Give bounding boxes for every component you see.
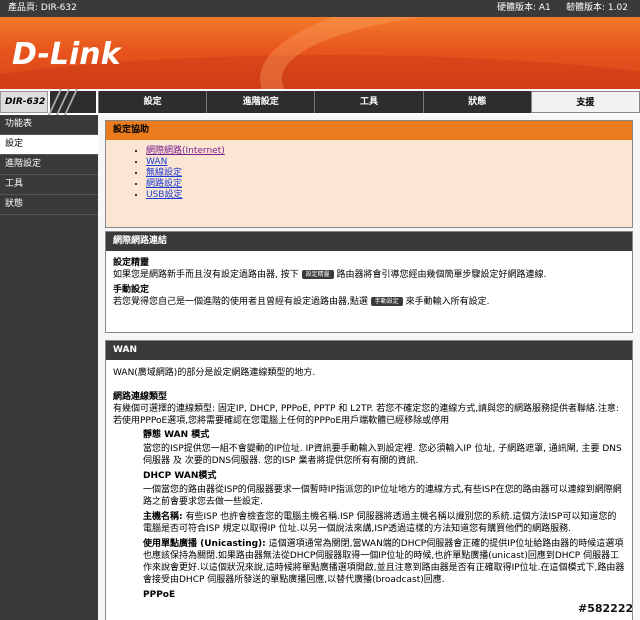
firmware-version: 韌體版本: 1.02: [566, 3, 628, 13]
model-badge: DIR-632: [0, 91, 48, 113]
sidebar-item-setup[interactable]: 設定: [0, 135, 98, 155]
internet-box-title: 網際網路連結: [106, 232, 632, 251]
main-content: 設定協助 網際網路(Internet) WAN 無線設定 網路設定 USB設定 …: [98, 115, 640, 620]
tab-setup[interactable]: 設定: [98, 91, 207, 113]
manual-button[interactable]: 手動設定: [370, 297, 403, 306]
wizard-title: 設定精靈: [113, 258, 150, 268]
hostname-text: 有些ISP 也許會檢查您的電腦主機名稱.ISP 伺服器將透過主機名稱以識別您的系…: [143, 512, 617, 534]
wan-intro: WAN(廣域網路)的部分是設定網路連線類型的地方.: [113, 368, 316, 378]
static-title: 靜態 WAN 模式: [143, 430, 210, 440]
wan-box: WAN WAN(廣域網路)的部分是設定網路連線類型的地方. 網路連線類型 有幾個…: [105, 340, 633, 620]
sidebar-item-status[interactable]: 狀態: [0, 195, 98, 215]
help-box: 設定協助 網際網路(Internet) WAN 無線設定 網路設定 USB設定: [105, 120, 633, 228]
connection-type-title: 網路連線類型: [113, 392, 168, 402]
link-internet[interactable]: 網際網路(Internet): [146, 146, 225, 156]
manual-title: 手動設定: [113, 285, 150, 295]
wizard-text-b: 路由器將會引導您經由幾個簡單步驟設定好網路連線.: [336, 270, 547, 280]
static-text: 當您的ISP提供您一組不會變動的IP位址. IP資訊要手動輸入到設定裡. 您必須…: [143, 444, 622, 466]
dhcp-text: 一個當您的路由器從ISP的伺服器要求一個暫時IP指派您的IP位址地方的連線方式,…: [143, 485, 622, 507]
sidebar-item-menu[interactable]: 功能表: [0, 115, 98, 135]
tab-tools[interactable]: 工具: [314, 91, 423, 113]
sidebar-item-tools[interactable]: 工具: [0, 175, 98, 195]
hardware-version: 硬體版本: A1: [497, 3, 551, 13]
link-wan[interactable]: WAN: [146, 157, 167, 167]
internet-connection-box: 網際網路連結 設定精靈 如果您是網路新手而且沒有設定過路由器, 按下 設定精靈 …: [105, 231, 633, 333]
watermark: #582222: [578, 602, 634, 615]
sidebar-menu: 功能表 設定 進階設定 工具 狀態: [0, 115, 98, 620]
product-page-label: 產品頁: DIR-632: [8, 3, 77, 13]
header-banner: D-Link: [0, 17, 640, 89]
dlink-logo: D-Link: [12, 37, 121, 72]
dhcp-title: DHCP WAN模式: [143, 471, 217, 481]
hostname-label: 主機名稱:: [143, 512, 183, 522]
pppoe-title: PPPoE: [143, 590, 176, 600]
decorative-slashes: [47, 89, 96, 115]
manual-text-b: 來手動輸入所有設定.: [405, 297, 490, 307]
help-links: 網際網路(Internet) WAN 無線設定 網路設定 USB設定: [146, 146, 632, 201]
wizard-button[interactable]: 設定精靈: [301, 270, 334, 279]
wan-box-title: WAN: [106, 341, 632, 360]
manual-text-a: 若您覺得您自己是一個進階的使用者且曾經有設定過路由器,點選: [113, 297, 368, 307]
wizard-text-a: 如果您是網路新手而且沒有設定過路由器, 按下: [113, 270, 299, 280]
tab-status[interactable]: 狀態: [422, 91, 531, 113]
tab-advanced[interactable]: 進階設定: [206, 91, 315, 113]
connection-type-text: 有幾個可選擇的連線類型: 固定IP, DHCP, PPPoE, PPTP 和 L…: [113, 404, 619, 426]
help-box-title: 設定協助: [106, 121, 632, 140]
unicast-label: 使用單點廣播 (Unicasting):: [143, 539, 266, 549]
top-navigation: DIR-632 設定 進階設定 工具 狀態 支援: [0, 89, 640, 115]
tab-support[interactable]: 支援: [530, 91, 640, 113]
top-info-bar: 產品頁: DIR-632 硬體版本: A1 韌體版本: 1.02: [0, 0, 640, 17]
link-wireless[interactable]: 無線設定: [146, 168, 182, 178]
link-usb[interactable]: USB設定: [146, 190, 182, 200]
link-network[interactable]: 網路設定: [146, 179, 182, 189]
sidebar-item-advanced[interactable]: 進階設定: [0, 155, 98, 175]
